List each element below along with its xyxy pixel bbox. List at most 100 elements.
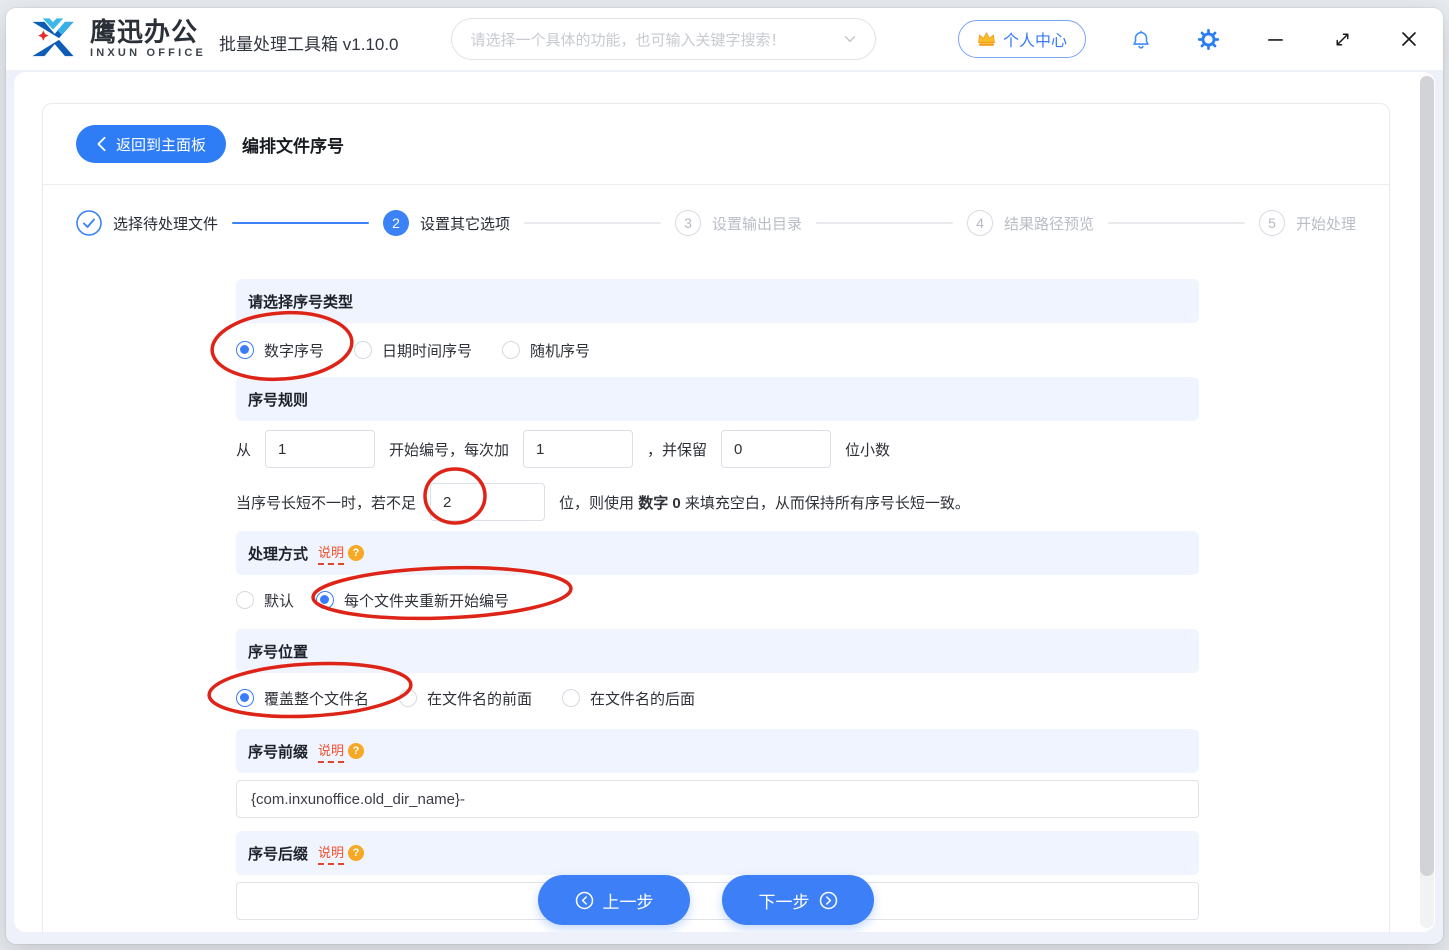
radio-selected-icon[interactable] xyxy=(316,591,334,609)
serial-rule-row-1: 从 开始编号，每次加 ，并保留 位小数 xyxy=(236,421,1199,477)
app-name: 鹰迅办公 xyxy=(90,19,206,45)
pad-bold-text: 数字 0 xyxy=(638,495,681,512)
maximize-button[interactable] xyxy=(1330,27,1354,51)
pad-prefix-label: 当序号长短不一时，若不足 xyxy=(236,492,416,513)
radio-selected-icon[interactable] xyxy=(236,341,254,359)
radio-numeric-serial[interactable]: 数字序号 xyxy=(236,340,324,361)
function-search-select[interactable]: 请选择一个具体的功能，也可输入关键字搜索！ xyxy=(451,18,876,60)
previous-step-label: 上一步 xyxy=(603,888,654,913)
section-header-serial-rule: 序号规则 xyxy=(236,377,1199,421)
radio-restart-per-folder[interactable]: 每个文件夹重新开始编号 xyxy=(316,590,509,611)
serial-type-radio-group: 数字序号 日期时间序号 随机序号 xyxy=(236,323,1199,377)
step-connector xyxy=(816,222,953,224)
step-number: 2 xyxy=(383,210,409,236)
radio-label: 在文件名的前面 xyxy=(427,688,532,709)
radio-selected-icon[interactable] xyxy=(236,689,254,707)
step-connector xyxy=(232,222,369,224)
search-placeholder: 请选择一个具体的功能，也可输入关键字搜索！ xyxy=(471,29,841,50)
section-title: 序号前缀 xyxy=(248,741,308,762)
logo-text: 鹰迅办公 INXUN OFFICE xyxy=(90,19,206,59)
back-to-dashboard-button[interactable]: 返回到主面板 xyxy=(76,125,226,163)
logo-x-icon xyxy=(26,15,80,63)
step-number: 5 xyxy=(1259,210,1285,236)
suffix-help-link[interactable]: 说明 xyxy=(318,842,344,865)
section-title: 处理方式 xyxy=(248,543,308,564)
suffix-input-row xyxy=(236,882,1199,920)
back-button-label: 返回到主面板 xyxy=(116,134,206,155)
check-circle-icon xyxy=(76,210,102,236)
radio-overwrite-filename[interactable]: 覆盖整个文件名 xyxy=(236,688,369,709)
step-number: 3 xyxy=(675,210,701,236)
radio-default-mode[interactable]: 默认 xyxy=(236,590,294,611)
step-5-start-processing: 5 开始处理 xyxy=(1259,210,1356,236)
radio-label: 日期时间序号 xyxy=(382,340,472,361)
help-question-icon[interactable]: ? xyxy=(348,743,364,759)
vertical-scrollbar-thumb[interactable] xyxy=(1420,76,1434,876)
radio-before-filename[interactable]: 在文件名的前面 xyxy=(399,688,532,709)
radio-after-filename[interactable]: 在文件名的后面 xyxy=(562,688,695,709)
radio-random-serial[interactable]: 随机序号 xyxy=(502,340,590,361)
vertical-scrollbar-track[interactable] xyxy=(1420,76,1434,928)
section-title: 序号位置 xyxy=(248,641,308,662)
step-label: 设置其它选项 xyxy=(420,213,510,234)
section-title: 请选择序号类型 xyxy=(248,291,353,312)
serial-prefix-input[interactable] xyxy=(236,780,1199,818)
start-number-input[interactable] xyxy=(265,430,375,468)
circle-arrow-left-icon xyxy=(575,891,594,910)
radio-label: 默认 xyxy=(264,590,294,611)
user-center-label: 个人中心 xyxy=(1003,27,1067,51)
radio-label: 随机序号 xyxy=(530,340,590,361)
section-title: 序号后缀 xyxy=(248,843,308,864)
radio-icon[interactable] xyxy=(399,689,417,707)
step-label: 选择待处理文件 xyxy=(113,213,218,234)
serial-suffix-input[interactable] xyxy=(236,882,1199,920)
radio-icon[interactable] xyxy=(562,689,580,707)
app-window: 鹰迅办公 INXUN OFFICE 批量处理工具箱 v1.10.0 请选择一个具… xyxy=(6,8,1443,944)
main-panel: 返回到主面板 编排文件序号 选择待处理文件 2 设置其它选项 xyxy=(14,72,1435,932)
circle-arrow-right-icon xyxy=(819,891,838,910)
next-step-button[interactable]: 下一步 xyxy=(722,875,874,925)
options-form: 请选择序号类型 数字序号 日期时间序号 随机序号 xyxy=(236,279,1199,920)
radio-datetime-serial[interactable]: 日期时间序号 xyxy=(354,340,472,361)
prefix-input-row xyxy=(236,780,1199,818)
radio-label: 覆盖整个文件名 xyxy=(264,688,369,709)
pad-length-input[interactable] xyxy=(430,483,545,521)
step-label: 结果路径预览 xyxy=(1004,213,1094,234)
step-label-text: 开始编号，每次加 xyxy=(389,439,509,460)
minimize-button[interactable] xyxy=(1263,27,1287,51)
radio-icon[interactable] xyxy=(236,591,254,609)
crown-icon xyxy=(977,31,996,47)
radio-icon[interactable] xyxy=(354,341,372,359)
serial-position-radio-group: 覆盖整个文件名 在文件名的前面 在文件名的后面 xyxy=(236,673,1199,723)
step-connector xyxy=(1108,222,1245,224)
app-subtitle: 批量处理工具箱 v1.10.0 xyxy=(219,30,399,55)
wizard-card: 返回到主面板 编排文件序号 选择待处理文件 2 设置其它选项 xyxy=(42,103,1390,932)
titlebar-actions: 个人中心 xyxy=(958,20,1421,58)
step-label: 设置输出目录 xyxy=(712,213,802,234)
app-logo: 鹰迅办公 INXUN OFFICE xyxy=(26,15,206,63)
radio-icon[interactable] xyxy=(502,341,520,359)
section-header-serial-suffix: 序号后缀 说明 ? xyxy=(236,831,1199,875)
notifications-bell-icon[interactable] xyxy=(1129,27,1153,51)
step-number: 4 xyxy=(967,210,993,236)
title-bar: 鹰迅办公 INXUN OFFICE 批量处理工具箱 v1.10.0 请选择一个具… xyxy=(6,8,1443,70)
section-header-serial-position: 序号位置 xyxy=(236,629,1199,673)
close-button[interactable] xyxy=(1397,27,1421,51)
step-indicator: 选择待处理文件 2 设置其它选项 3 设置输出目录 4 结果路径预览 xyxy=(43,185,1389,261)
decimal-places-input[interactable] xyxy=(721,430,831,468)
help-question-icon[interactable]: ? xyxy=(348,845,364,861)
page-title: 编排文件序号 xyxy=(242,132,344,157)
process-mode-help-link[interactable]: 说明 xyxy=(318,542,344,565)
next-step-label: 下一步 xyxy=(759,888,810,913)
step-label: 开始处理 xyxy=(1296,213,1356,234)
user-center-button[interactable]: 个人中心 xyxy=(958,20,1086,58)
step-1-select-files: 选择待处理文件 xyxy=(76,210,218,236)
prefix-help-link[interactable]: 说明 xyxy=(318,740,344,763)
serial-rule-row-2: 当序号长短不一时，若不足 位，则使用 数字 0 来填充空白，从而保持所有序号长短… xyxy=(236,477,1199,527)
chevron-down-icon xyxy=(841,30,859,48)
previous-step-button[interactable]: 上一步 xyxy=(538,875,690,925)
help-question-icon[interactable]: ? xyxy=(348,545,364,561)
section-header-serial-type: 请选择序号类型 xyxy=(236,279,1199,323)
increment-input[interactable] xyxy=(523,430,633,468)
settings-gear-icon[interactable] xyxy=(1196,27,1220,51)
